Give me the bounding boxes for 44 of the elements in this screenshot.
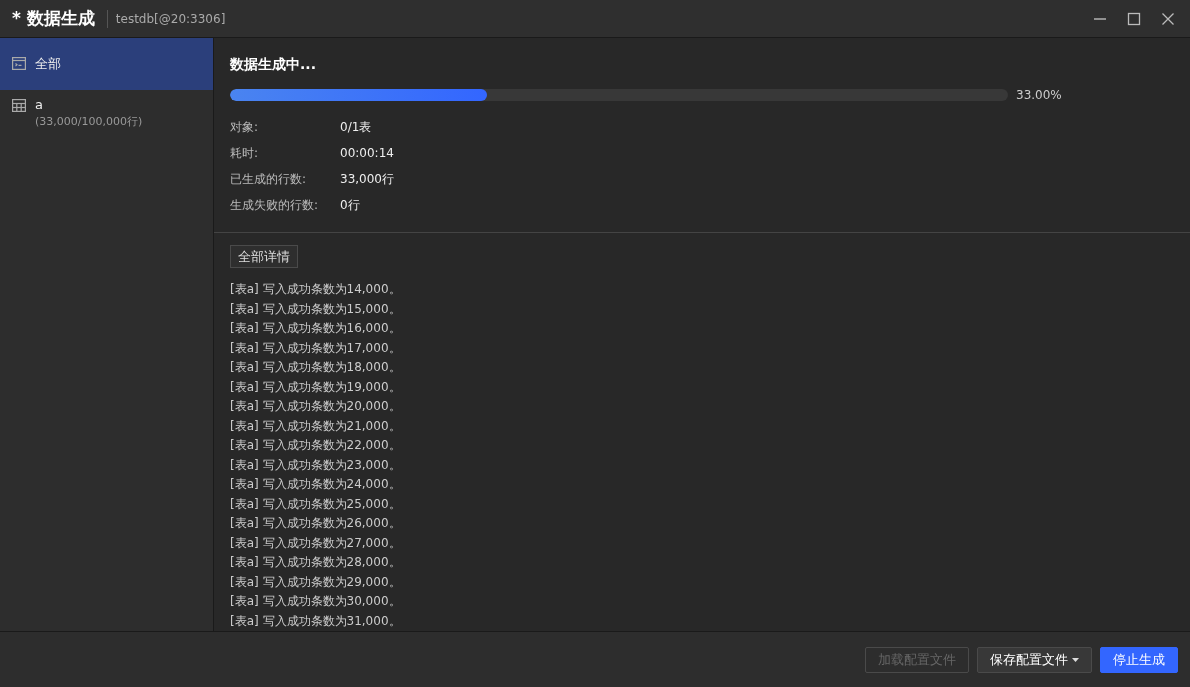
log-line: [表a] 写入成功条数为20,000。	[230, 398, 401, 415]
connection-name: testdb[@20:3306]	[115, 11, 226, 26]
maximize-icon	[1127, 11, 1141, 26]
progress-reading: 33.00%	[1016, 88, 1062, 102]
log-line: [表a] 写入成功条数为23,000。	[230, 456, 401, 474]
stat-value: 33,000行	[340, 170, 394, 188]
sidebar-item[interactable]: 全部	[0, 38, 213, 90]
log-line: [表a] 写入成功条数为28,000。	[230, 554, 401, 571]
stat-value: 0行	[340, 196, 360, 214]
log-line: [表a] 写入成功条数为27,000。	[230, 534, 401, 552]
caret-icon	[1072, 657, 1079, 662]
log-line: [表a] 写入成功条数为25,000。	[230, 495, 401, 513]
log-line: [表a] 写入成功条数为22,000。	[230, 437, 401, 454]
table-icon	[12, 99, 26, 112]
item-label: a	[35, 97, 44, 112]
stat-label: 已生成的行数:	[230, 170, 307, 188]
close-icon	[1161, 11, 1175, 26]
details-button[interactable]: 全部详情	[230, 245, 298, 268]
stat-label: 生成失败的行数:	[230, 196, 319, 214]
sidebar-item[interactable]: a (33,000/100,000行)	[0, 90, 213, 136]
log-line: [表a] 写入成功条数为18,000。	[230, 359, 401, 376]
minimize-icon	[1093, 17, 1107, 20]
stop-button[interactable]: 停止生成	[1100, 646, 1178, 673]
stat-value: 0/1表	[340, 118, 372, 136]
log-line: [表a] 写入成功条数为31,000。	[230, 612, 401, 630]
log-line: [表a] 写入成功条数为30,000。	[230, 593, 401, 610]
log-line: [表a] 写入成功条数为17,000。	[230, 339, 401, 357]
window-title: * 数据生成	[12, 7, 95, 30]
stat-label: 对象:	[230, 118, 259, 136]
log-line: [表a] 写入成功条数为21,000。	[230, 417, 401, 435]
save-config-button[interactable]: 保存配置文件	[977, 646, 1092, 673]
stat-label: 耗时:	[230, 144, 259, 162]
log-line: [表a] 写入成功条数为19,000。	[230, 378, 401, 396]
log-line: [表a] 写入成功条数为14,000。	[230, 281, 401, 298]
log-line: [表a] 写入成功条数为29,000。	[230, 573, 401, 591]
log-line: [表a] 写入成功条数为15,000。	[230, 300, 401, 318]
log-line: [表a] 写入成功条数为26,000。	[230, 515, 401, 532]
log-line: [表a] 写入成功条数为24,000。	[230, 476, 401, 493]
log-line: [表a] 写入成功条数为16,000。	[230, 320, 401, 337]
stat-value: 00:00:14	[340, 146, 394, 160]
row-count: (33,000/100,000行)	[35, 114, 143, 129]
console-icon	[12, 57, 26, 70]
status-heading: 数据生成中...	[230, 56, 317, 74]
item-label: 全部	[35, 55, 61, 73]
